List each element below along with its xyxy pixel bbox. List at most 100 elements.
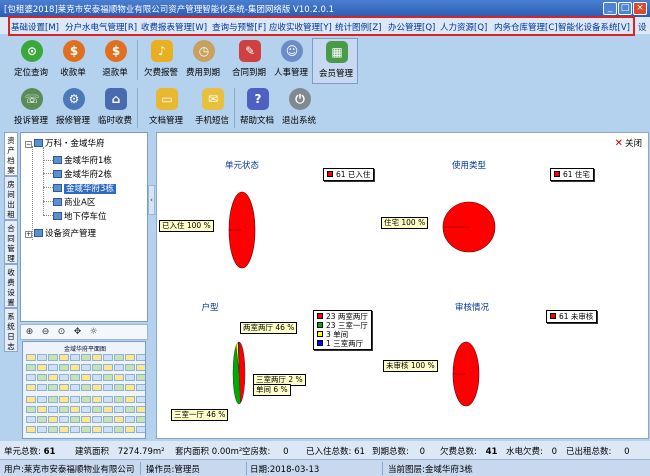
floor-plan-room [92, 354, 102, 361]
area-summary: 建筑面积 7274.79m² [75, 447, 165, 457]
floor-plan-room [125, 354, 135, 361]
tree-node-building-3[interactable]: 金域华府3栋 [53, 182, 116, 194]
floor-plan-room [103, 416, 113, 423]
panel-collapse-handle[interactable]: ‹ [148, 185, 155, 215]
tree-node-equipment[interactable]: + 设备资产管理 [25, 227, 96, 239]
fee-due-button[interactable]: ◷ 费用到期 [180, 38, 226, 84]
vacant-summary: 空房数: 0 [242, 447, 289, 457]
legend-layout: 23 两室两厅 23 三室一厅 3 单间 1 三室两厅 [313, 310, 372, 350]
light-icon[interactable]: ☼ [88, 327, 99, 338]
sms-button[interactable]: ✉ 手机短信 [189, 86, 235, 132]
floor-plan-room [37, 406, 47, 413]
floor-plan-room [81, 384, 91, 391]
floor-plan-room [92, 384, 102, 391]
utility-arrears-summary: 水电欠费: 0 [506, 447, 557, 457]
equipment-icon [34, 229, 43, 237]
building-icon [53, 212, 62, 220]
data-label-two-two: 两室两厅 46 % [240, 322, 298, 334]
pan-icon[interactable]: ✥ [72, 327, 83, 338]
floor-plan-room [125, 384, 135, 391]
data-label-residential: 住宅 100 % [381, 217, 429, 229]
floor-plan-room [70, 396, 80, 403]
floor-plan-room [48, 426, 58, 433]
tab-system-log[interactable]: 系统日志 [4, 308, 18, 352]
tree-root-node[interactable]: − 万科・金域华府 [25, 137, 105, 149]
house-fee-icon: ⌂ [105, 88, 127, 110]
building-icon [53, 184, 62, 192]
menu-smart-devices[interactable]: 智能化设备系统[V] [558, 21, 630, 33]
tab-contract[interactable]: 合同管理 [4, 220, 18, 264]
help-book-icon: ? [247, 88, 269, 110]
building-icon [53, 198, 62, 206]
menu-receivables[interactable]: 应收实收管理[Y] [269, 21, 332, 33]
zoom-out-icon[interactable]: ⊖ [40, 327, 51, 338]
tree-node-building-2[interactable]: 金域华府2栋 [53, 168, 112, 180]
hr-management-button[interactable]: ☺ 人事管理 [268, 38, 314, 84]
current-operator: 操作员:管理员 [146, 465, 200, 475]
member-management-button[interactable]: ▦ 会员管理 [312, 38, 358, 84]
floor-plan-room [37, 396, 47, 403]
floor-plan-room [48, 354, 58, 361]
floor-plan-room [114, 384, 124, 391]
title-bar: [包租婆2018]莱克市安泰福顺物业有限公司资产管理智能化系统-集团网络版 V1… [0, 0, 650, 17]
tree-node-parking[interactable]: 地下停车位 [53, 210, 107, 222]
current-user: 用户:莱克市安泰福顺物业有限公司 [4, 465, 135, 475]
inner-area-summary: 套内面积 0.00m² [175, 447, 243, 457]
minimize-button[interactable]: _ [603, 2, 617, 15]
occupied-summary: 已入住总数: 61 [306, 447, 365, 457]
floor-plan-room [26, 406, 36, 413]
menu-basic-settings[interactable]: 基础设置[M] [11, 21, 59, 33]
floor-plan-room [26, 384, 36, 391]
menu-human-resources[interactable]: 人力资源[Q] [440, 21, 487, 33]
tree-node-building-1[interactable]: 金域华府1栋 [53, 154, 112, 166]
menu-more[interactable]: 设 [638, 21, 647, 33]
temporary-fee-button[interactable]: ⌂ 临时收费 [92, 86, 138, 132]
mail-icon: ✉ [202, 88, 224, 110]
floor-plan-room [26, 396, 36, 403]
members-icon: ▦ [326, 41, 348, 63]
floor-plan-room [70, 426, 80, 433]
floor-plan-room [70, 406, 80, 413]
floor-plan-room [92, 364, 102, 371]
floor-plan-room [70, 416, 80, 423]
building-icon [53, 170, 62, 178]
current-layer: 当前图层:金域华府3栋 [388, 465, 473, 475]
floor-plan-room [114, 406, 124, 413]
zoom-in-icon[interactable]: ⊕ [24, 327, 35, 338]
document-button[interactable]: ▭ 文档管理 [143, 86, 189, 132]
menu-warehouse[interactable]: 内务仓库管理[C] [494, 21, 558, 33]
tab-room-rental[interactable]: 房间出租 [4, 176, 18, 220]
floor-plan-room [48, 396, 58, 403]
menu-office[interactable]: 办公管理[Q] [388, 21, 435, 33]
exit-button[interactable]: ⏻ 退出系统 [276, 86, 322, 132]
tab-fee-settings[interactable]: 收费设置 [4, 264, 18, 308]
side-tabs: 资产档案 房间出租 合同管理 收费设置 系统日志 [4, 132, 19, 438]
floor-plan-room [103, 374, 113, 381]
tab-asset-archive[interactable]: 资产档案 [4, 132, 18, 176]
legend-usage-type: 61 住宅 [550, 168, 594, 181]
menu-billing-reports[interactable]: 收费报表管理[W] [141, 21, 207, 33]
floor-plan-room [125, 364, 135, 371]
floor-plan-thumbnail[interactable]: 金域华府平面图 [22, 341, 146, 439]
units-summary: 单元总数: 61 [4, 447, 56, 457]
tree-node-commercial-a[interactable]: 商业A区 [53, 196, 95, 208]
floor-plan-room [114, 426, 124, 433]
menu-statistics-charts[interactable]: 统计图例[Z] [335, 21, 381, 33]
refund-button[interactable]: $ 退款单 [92, 38, 138, 84]
menu-query-alerts[interactable]: 查询与预警[F] [212, 21, 266, 33]
summary-status-bar: 单元总数: 61 建筑面积 7274.79m² 套内面积 0.00m² 空房数:… [0, 441, 650, 459]
floor-plan-room [81, 374, 91, 381]
close-window-button[interactable]: × [633, 2, 647, 15]
maximize-button[interactable]: □ [618, 2, 632, 15]
collapse-toggle[interactable]: − [25, 141, 32, 148]
floor-plan-room [114, 374, 124, 381]
floor-plan-room [59, 364, 69, 371]
floor-plan-room [103, 354, 113, 361]
floor-plan-room [103, 396, 113, 403]
floor-plan-room [70, 374, 80, 381]
menu-utility-management[interactable]: 分户水电气管理[R] [65, 21, 137, 33]
expand-toggle[interactable]: + [25, 231, 32, 238]
floor-plan-room [48, 416, 58, 423]
toolbar-row-1: ⊙ 定位查询 $ 收款单 $ 退款单 ♪ 欠费报警 ◷ 费用到期 ✎ 合同到期 ☺ 人事管理 … [0, 38, 650, 84]
center-icon[interactable]: ⊙ [56, 327, 67, 338]
